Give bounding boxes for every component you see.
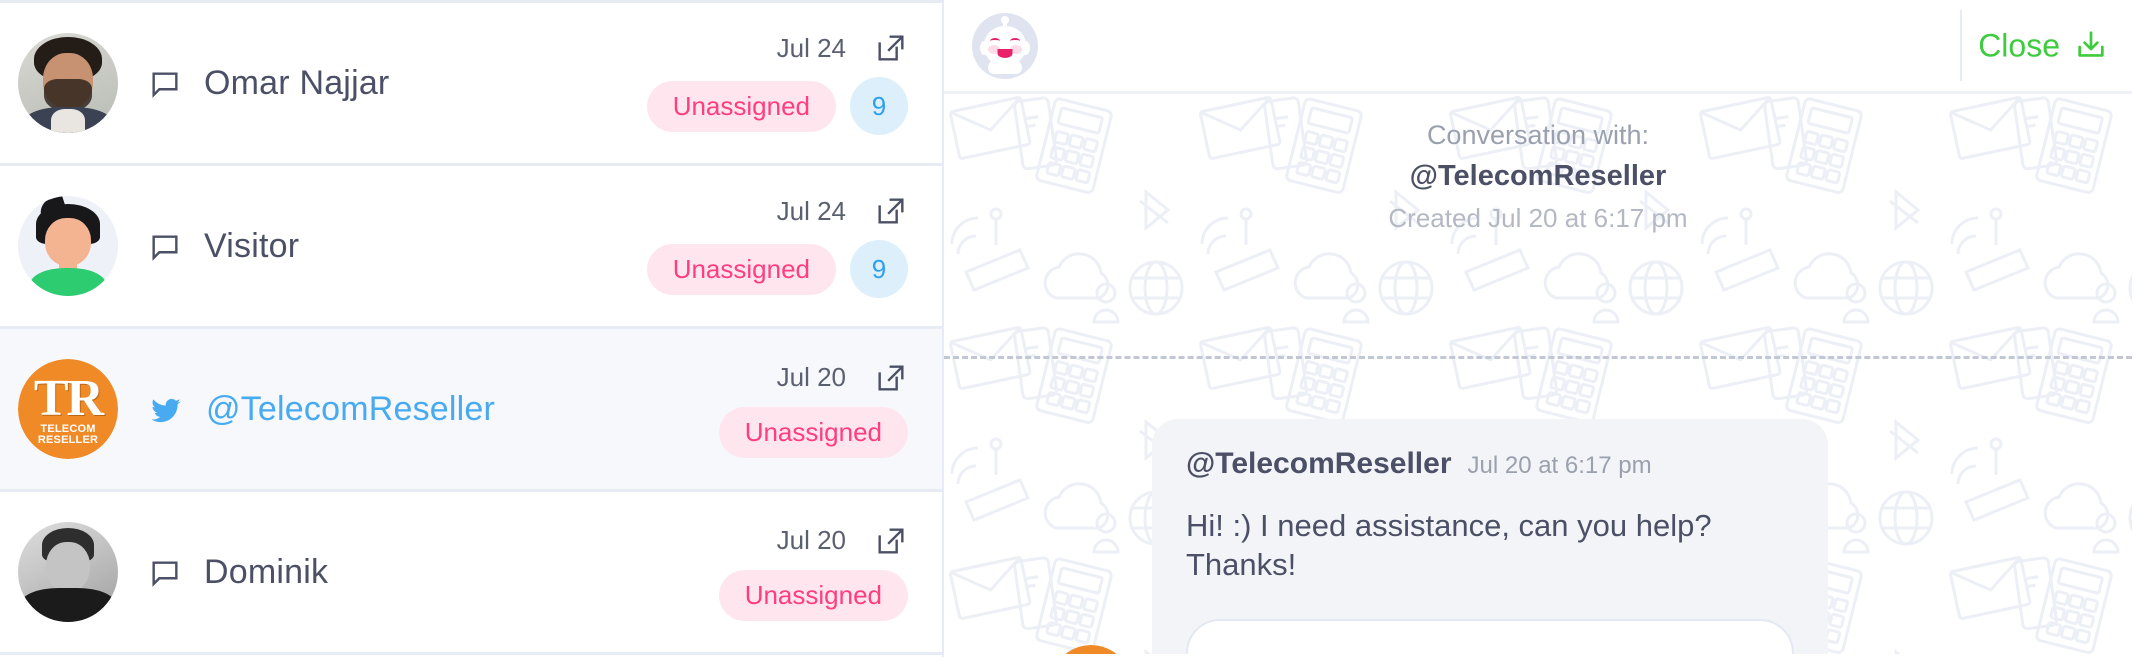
row-meta: Jul 24 Unassigned 9 bbox=[646, 194, 914, 298]
row-meta: Jul 20 Unassigned bbox=[718, 361, 914, 458]
chat-bubble-icon bbox=[148, 64, 182, 102]
open-external-icon[interactable] bbox=[874, 361, 908, 395]
avatar bbox=[18, 522, 118, 622]
row-meta: Jul 24 Unassigned 9 bbox=[646, 31, 914, 135]
conversation-name: Visitor bbox=[204, 226, 300, 265]
message-count-badge: 9 bbox=[850, 77, 908, 135]
row-meta: Jul 20 Unassigned bbox=[718, 524, 914, 621]
conversation-date: Jul 24 bbox=[776, 195, 846, 226]
conversation-with-label: Conversation with: bbox=[1426, 120, 1650, 150]
conversation-meta: Conversation with: @TelecomReseller Crea… bbox=[944, 94, 2132, 238]
logo-mark: TR bbox=[33, 370, 104, 428]
close-label: Close bbox=[1978, 27, 2060, 63]
chat-bubble-icon bbox=[148, 553, 182, 591]
twitter-bird-icon bbox=[148, 391, 184, 427]
status-badge[interactable]: Unassigned bbox=[718, 569, 908, 621]
bot-smiling-face-icon bbox=[972, 12, 1038, 79]
archive-download-icon bbox=[2074, 29, 2108, 63]
message-item: TR TELECOM RESELLER @TelecomReseller Jul… bbox=[1050, 419, 1828, 654]
chat-bubble-icon bbox=[148, 227, 182, 265]
telecom-reseller-logo-icon: TR TELECOM RESELLER bbox=[1050, 644, 1132, 654]
open-external-icon[interactable] bbox=[874, 194, 908, 228]
conversation-divider bbox=[944, 356, 2132, 359]
conversation-date: Jul 24 bbox=[776, 32, 846, 63]
reply-input[interactable] bbox=[1186, 618, 1794, 654]
message-count-badge: 9 bbox=[850, 240, 908, 298]
conversation-row-visitor[interactable]: Visitor Jul 24 Unassigned 9 bbox=[0, 166, 942, 329]
conversation-date: Jul 20 bbox=[776, 525, 846, 555]
close-conversation-button[interactable]: Close bbox=[1978, 27, 2108, 64]
open-external-icon[interactable] bbox=[874, 31, 908, 65]
conversation-name: @TelecomReseller bbox=[206, 389, 496, 428]
conversation-row-telecomreseller[interactable]: TR TELECOM RESELLER @TelecomReseller Jul… bbox=[0, 329, 942, 492]
status-badge[interactable]: Unassigned bbox=[646, 80, 836, 132]
conversation-name: Dominik bbox=[204, 552, 329, 591]
status-badge[interactable]: Unassigned bbox=[646, 243, 836, 295]
telecom-reseller-logo-icon: TR TELECOM RESELLER bbox=[18, 359, 118, 459]
logo-line2: RESELLER bbox=[37, 434, 99, 447]
conversation-panel: Close Conversation with: @TelecomReselle… bbox=[944, 0, 2132, 657]
conversation-body: Conversation with: @TelecomReseller Crea… bbox=[944, 94, 2132, 654]
status-badge[interactable]: Unassigned bbox=[718, 406, 908, 458]
message-author: @TelecomReseller bbox=[1186, 447, 1452, 480]
message-header: @TelecomReseller Jul 20 at 6:17 pm bbox=[1186, 447, 1794, 481]
conversation-header: Close bbox=[944, 0, 2132, 94]
header-divider bbox=[1960, 10, 1962, 81]
conversation-row-dominik[interactable]: Dominik Jul 20 Unassigned bbox=[0, 492, 942, 655]
conversation-row-omar-najjar[interactable]: Omar Najjar Jul 24 Unassigned 9 bbox=[0, 3, 942, 166]
conversation-date: Jul 20 bbox=[776, 362, 846, 392]
avatar bbox=[18, 196, 118, 296]
open-external-icon[interactable] bbox=[874, 524, 908, 558]
conversation-created-at: Created Jul 20 at 6:17 pm bbox=[1388, 202, 1688, 233]
message-avatar: TR TELECOM RESELLER bbox=[1050, 644, 1132, 654]
conversation-with-handle: @TelecomReseller bbox=[1409, 160, 1667, 193]
conversation-list[interactable]: Omar Najjar Jul 24 Unassigned 9 Visitor … bbox=[0, 0, 944, 657]
message-text: Hi! :) I need assistance, can you help? … bbox=[1186, 508, 1712, 582]
avatar bbox=[18, 33, 118, 133]
message-timestamp: Jul 20 at 6:17 pm bbox=[1467, 452, 1652, 479]
avatar: TR TELECOM RESELLER bbox=[18, 359, 118, 459]
message-bubble: @TelecomReseller Jul 20 at 6:17 pm Hi! :… bbox=[1152, 419, 1828, 654]
messaging-app-root: Omar Najjar Jul 24 Unassigned 9 Visitor … bbox=[0, 0, 2134, 657]
conversation-name: Omar Najjar bbox=[204, 63, 390, 102]
